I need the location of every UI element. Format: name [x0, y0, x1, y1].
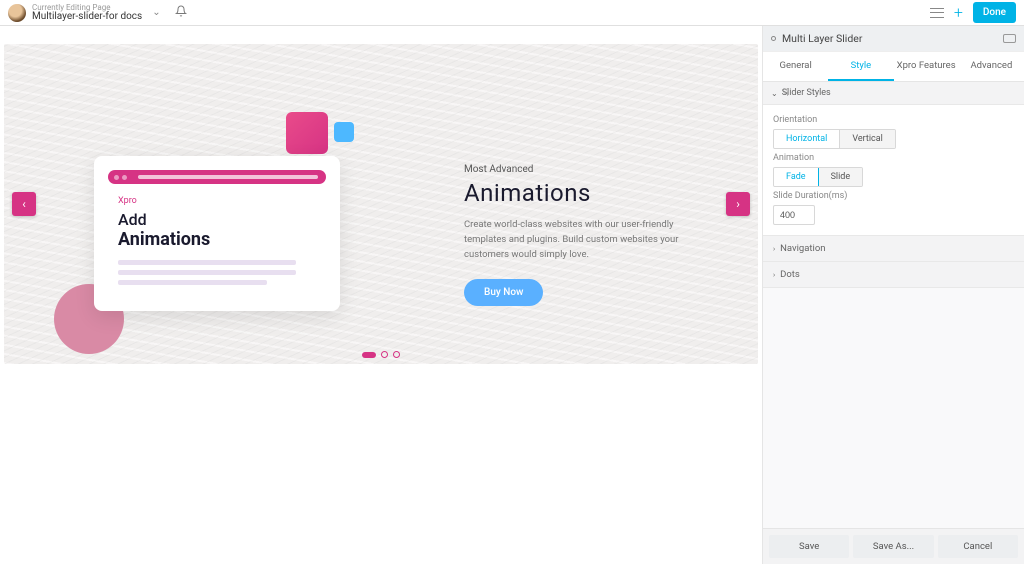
cancel-button[interactable]: Cancel: [938, 535, 1018, 558]
duration-input[interactable]: [773, 205, 815, 225]
panel-tabs: General Style Xpro Features Advanced: [763, 52, 1024, 82]
pager-active[interactable]: [362, 352, 376, 358]
decor-blue-square: [334, 122, 354, 142]
user-avatar[interactable]: [8, 4, 26, 22]
section-dots[interactable]: › Dots: [763, 261, 1024, 287]
tab-xpro-features[interactable]: Xpro Features: [894, 52, 959, 81]
mock-browser-card: Xpro Add Animations: [94, 156, 340, 311]
chevron-down-icon: ⌄: [771, 89, 778, 98]
outline-icon[interactable]: [930, 8, 944, 18]
bell-icon[interactable]: [175, 5, 187, 20]
animation-segment: Fade Slide: [773, 167, 863, 187]
orientation-horizontal[interactable]: Horizontal: [774, 130, 839, 148]
brand-label: Xpro: [118, 196, 316, 206]
slide-pager: [362, 351, 400, 358]
slider-styles-body: Orientation Horizontal Vertical Animatio…: [763, 105, 1024, 235]
save-as-button[interactable]: Save As...: [853, 535, 933, 558]
accordion: › Navigation › Dots: [763, 235, 1024, 288]
tab-general[interactable]: General: [763, 52, 828, 81]
slider-preview[interactable]: Xpro Add Animations Most Advanced Animat…: [4, 44, 758, 364]
animation-label: Animation: [773, 153, 1014, 163]
decor-pink-square: [286, 112, 328, 154]
buy-button[interactable]: Buy Now: [464, 279, 543, 306]
animation-slide[interactable]: Slide: [818, 168, 863, 186]
settings-panel: Multi Layer Slider General Style Xpro Fe…: [762, 26, 1024, 564]
canvas: Xpro Add Animations Most Advanced Animat…: [0, 26, 762, 564]
add-icon[interactable]: +: [954, 3, 963, 22]
top-bar: Currently Editing Page Multilayer-slider…: [0, 0, 1024, 26]
card-titlebar: [108, 170, 326, 184]
tab-style[interactable]: Style: [828, 52, 893, 81]
orientation-vertical[interactable]: Vertical: [839, 130, 895, 148]
hero-title: Animations: [464, 179, 694, 207]
section-slider-styles[interactable]: ⌄ Slider Styles ☟: [763, 82, 1024, 105]
card-title-2: Animations: [118, 229, 316, 250]
page-meta[interactable]: Currently Editing Page Multilayer-slider…: [32, 4, 142, 22]
tab-advanced[interactable]: Advanced: [959, 52, 1024, 81]
pager-dot[interactable]: [393, 351, 400, 358]
save-button[interactable]: Save: [769, 535, 849, 558]
panel-title: Multi Layer Slider: [782, 32, 1003, 45]
panel-header: Multi Layer Slider: [763, 26, 1024, 52]
pager-dot[interactable]: [381, 351, 388, 358]
section-navigation[interactable]: › Navigation: [763, 236, 1024, 261]
hero-description: Create world-class websites with our use…: [464, 217, 694, 263]
hero-text: Most Advanced Animations Create world-cl…: [464, 164, 694, 306]
breadcrumb-dot-icon[interactable]: [771, 36, 776, 41]
page-title: Multilayer-slider-for docs: [32, 12, 142, 22]
chevron-right-icon: ›: [773, 271, 775, 279]
orientation-segment: Horizontal Vertical: [773, 129, 896, 149]
hero-subtitle: Most Advanced: [464, 164, 694, 175]
done-button[interactable]: Done: [973, 2, 1016, 23]
responsive-icon[interactable]: [1003, 34, 1016, 43]
cursor-icon: ☟: [783, 88, 789, 99]
chevron-down-icon[interactable]: ⌄: [152, 7, 160, 18]
card-title-1: Add: [118, 210, 316, 229]
duration-label: Slide Duration(ms): [773, 191, 1014, 201]
skeleton-line: [118, 260, 296, 265]
navigation-label: Navigation: [780, 243, 825, 254]
next-arrow[interactable]: ›: [726, 192, 750, 216]
skeleton-line: [118, 270, 296, 275]
prev-arrow[interactable]: ‹: [12, 192, 36, 216]
dots-label: Dots: [780, 269, 800, 280]
orientation-label: Orientation: [773, 115, 1014, 125]
chevron-right-icon: ›: [773, 245, 775, 253]
animation-fade[interactable]: Fade: [773, 167, 819, 187]
skeleton-line: [118, 280, 267, 285]
panel-footer: Save Save As... Cancel: [763, 528, 1024, 564]
